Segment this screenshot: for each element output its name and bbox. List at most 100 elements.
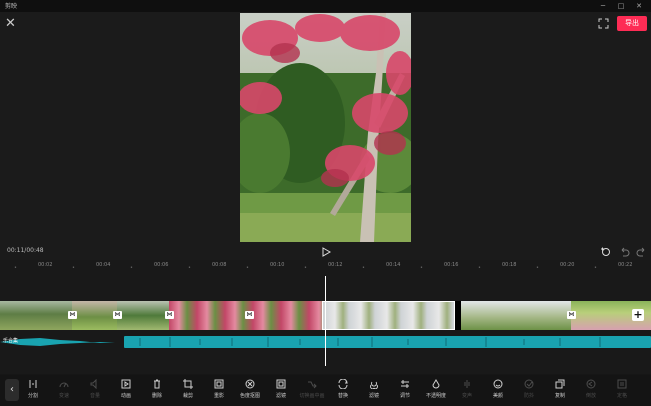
- tool-label: 变声: [461, 393, 472, 399]
- tool-label: 滤镜: [275, 393, 286, 399]
- tool-animation[interactable]: 动画: [111, 379, 141, 405]
- redo-icon[interactable]: [636, 246, 647, 257]
- tool-label: 裁剪: [182, 393, 193, 399]
- transition-icon[interactable]: ⋈: [113, 311, 122, 319]
- copy-icon: [555, 379, 565, 389]
- ruler-label: 00:02: [38, 262, 53, 268]
- tool-label: 定格: [616, 393, 627, 399]
- transition-icon[interactable]: ⋈: [567, 311, 576, 319]
- ruler-label: 00:20: [560, 262, 575, 268]
- tool-opacity[interactable]: 不透明度: [421, 379, 451, 405]
- tool-adjust[interactable]: 调节: [390, 379, 420, 405]
- ruler-tick: •: [478, 265, 481, 271]
- tool-ghost[interactable]: 重影: [204, 379, 234, 405]
- tool-reverse[interactable]: 倒放: [576, 379, 606, 405]
- freeze-icon: [617, 379, 627, 389]
- time-ruler[interactable]: 00:02 00:04 00:06 00:08 00:10 00:12 00:1…: [0, 260, 651, 274]
- export-button[interactable]: 导出: [617, 16, 647, 31]
- audio-track-label: 乐合集: [3, 338, 19, 344]
- tool-pip[interactable]: 切换画中画: [297, 379, 327, 405]
- close-icon[interactable]: ✕: [5, 17, 16, 30]
- reverse-icon: [586, 379, 596, 389]
- split-icon: [29, 380, 37, 388]
- ruler-tick: •: [304, 265, 307, 271]
- ruler-tick: •: [72, 265, 75, 271]
- ruler-label: 00:06: [154, 262, 169, 268]
- opacity-icon: [432, 379, 440, 389]
- tool-beauty[interactable]: 美颜: [483, 379, 513, 405]
- playhead[interactable]: [325, 276, 326, 366]
- tool-freeze[interactable]: 定格: [607, 379, 637, 405]
- tool-replace[interactable]: 替换: [328, 379, 358, 405]
- ruler-tick: •: [246, 265, 249, 271]
- transition-icon[interactable]: ⋈: [245, 311, 254, 319]
- delete-icon: [154, 379, 160, 389]
- video-clip[interactable]: [117, 301, 169, 330]
- close-window-button[interactable]: ✕: [631, 0, 647, 12]
- tool-volume[interactable]: 音量: [80, 379, 110, 405]
- replace-icon: [338, 379, 348, 389]
- play-icon[interactable]: [321, 247, 331, 257]
- video-clip[interactable]: [461, 301, 571, 330]
- tool-label: 重影: [213, 393, 224, 399]
- tool-filter2[interactable]: 滤镜: [359, 379, 389, 405]
- tool-copy[interactable]: 复制: [545, 379, 575, 405]
- tool-label: 删除: [151, 393, 162, 399]
- tool-label: 切换画中画: [299, 393, 325, 399]
- title-bar: 剪映 ─ □ ✕: [0, 0, 651, 12]
- ruler-label: 00:14: [386, 262, 401, 268]
- speed-icon: [59, 382, 69, 388]
- video-clip[interactable]: [72, 301, 117, 330]
- player-controls: 00:11/00:48: [0, 244, 651, 260]
- preview-area: ✕ 导出: [0, 12, 651, 244]
- ruler-label: 00:18: [502, 262, 517, 268]
- tool-speed[interactable]: 变速: [49, 379, 79, 405]
- video-clip[interactable]: [0, 301, 72, 330]
- keyframe-icon[interactable]: [600, 246, 611, 257]
- video-frame-image: [240, 13, 411, 242]
- crop-icon: [183, 379, 193, 389]
- tool-filter[interactable]: 滤镜: [266, 379, 296, 405]
- tool-label: 音量: [89, 393, 100, 399]
- tool-split[interactable]: 分割: [18, 379, 48, 405]
- tool-label: 滤镜: [368, 393, 379, 399]
- minimize-button[interactable]: ─: [595, 0, 611, 12]
- tool-stabilize[interactable]: 防抖: [514, 379, 544, 405]
- ruler-label: 00:10: [270, 262, 285, 268]
- maximize-button[interactable]: □: [613, 0, 629, 12]
- beauty-icon: [493, 379, 503, 389]
- back-button[interactable]: ‹: [5, 379, 19, 401]
- ruler-tick: •: [188, 265, 191, 271]
- fullscreen-icon[interactable]: [598, 18, 609, 29]
- tool-label: 色度抠图: [239, 393, 260, 399]
- undo-icon[interactable]: [619, 246, 630, 257]
- tool-label: 防抖: [523, 393, 534, 399]
- ruler-tick: •: [130, 265, 133, 271]
- ruler-label: 00:22: [618, 262, 633, 268]
- tool-label: 变速: [58, 393, 69, 399]
- transition-icon[interactable]: ⋈: [165, 311, 174, 319]
- tool-label: 替换: [337, 393, 348, 399]
- tool-label: 动画: [120, 393, 131, 399]
- tool-chroma[interactable]: 色度抠图: [235, 379, 265, 405]
- ruler-label: 00:04: [96, 262, 111, 268]
- tool-crop[interactable]: 裁剪: [173, 379, 203, 405]
- pip-icon: [308, 381, 317, 389]
- tool-label: 不透明度: [425, 393, 446, 399]
- edit-toolbar: ‹ 分割 变速 音量 动画 删除 裁剪 重影 色度抠图 滤镜 切换画中画 替换 滤镜 调节 不透明度 变声 美…: [0, 375, 651, 406]
- add-clip-button[interactable]: +: [632, 309, 644, 321]
- volume-icon: [90, 379, 97, 389]
- voice-icon: [464, 380, 470, 388]
- transition-icon[interactable]: ⋈: [68, 311, 77, 319]
- tool-delete[interactable]: 删除: [142, 379, 172, 405]
- ghost-icon: [214, 379, 224, 389]
- ruler-tick: •: [14, 265, 17, 271]
- app-title: 剪映: [5, 3, 18, 10]
- animation-icon: [121, 379, 131, 389]
- selected-video-clip[interactable]: [322, 301, 455, 330]
- video-preview[interactable]: [240, 13, 411, 242]
- tool-voice[interactable]: 变声: [452, 379, 482, 405]
- tool-label: 倒放: [585, 393, 596, 399]
- tool-label: 调节: [399, 393, 410, 399]
- ruler-tick: •: [420, 265, 423, 271]
